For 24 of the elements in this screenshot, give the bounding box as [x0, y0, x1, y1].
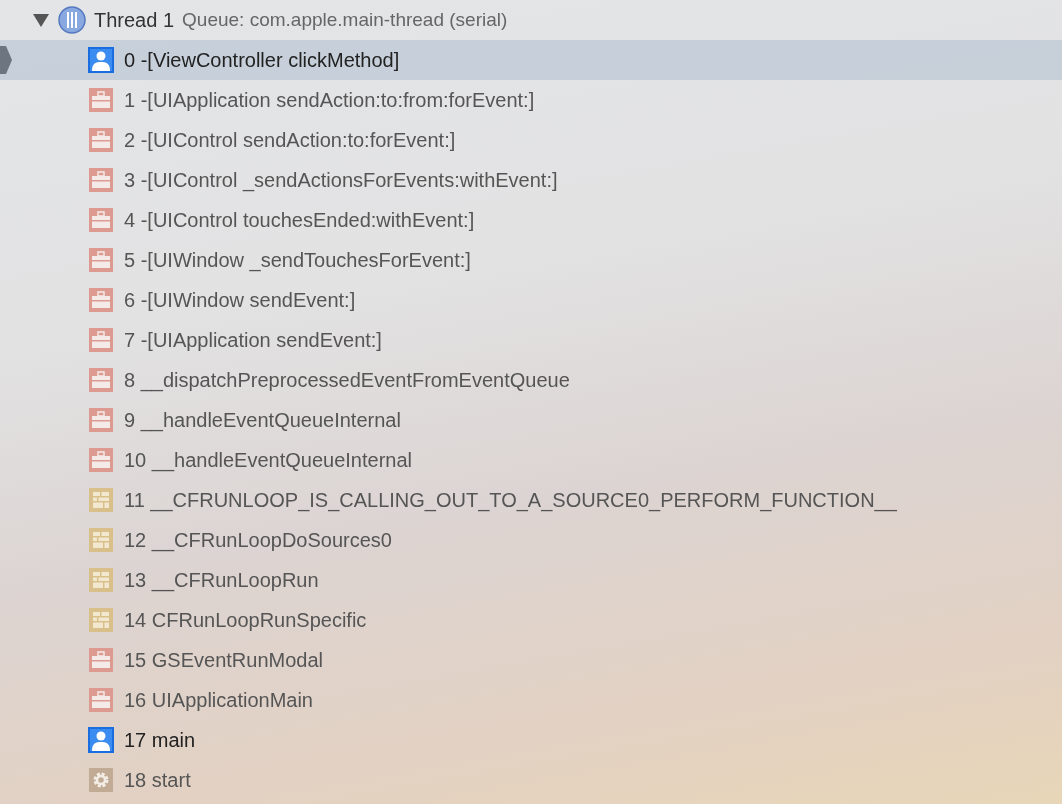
- stack-frame-row[interactable]: 12 __CFRunLoopDoSources0: [0, 520, 1062, 560]
- thread-name: Thread 1: [94, 8, 175, 33]
- stack-frame-row[interactable]: 11 __CFRUNLOOP_IS_CALLING_OUT_TO_A_SOURCE0_PERFORM_FUNCTION__: [0, 480, 1062, 520]
- stack-frame-row[interactable]: 10 __handleEventQueueInternal: [0, 440, 1062, 480]
- thread-queue: Queue: com.apple.main-thread (serial): [182, 7, 508, 32]
- stack-frame-row[interactable]: 15 GSEventRunModal: [0, 640, 1062, 680]
- stack-frame-row[interactable]: 2 -[UIControl sendAction:to:forEvent:]: [0, 120, 1062, 160]
- stack-frame-row[interactable]: 17 main: [0, 720, 1062, 760]
- stack-frame-row[interactable]: 7 -[UIApplication sendEvent:]: [0, 320, 1062, 360]
- stack-frame-row[interactable]: 5 -[UIWindow _sendTouchesForEvent:]: [0, 240, 1062, 280]
- stack-frame-row[interactable]: 14 CFRunLoopRunSpecific: [0, 600, 1062, 640]
- stack-frame-row[interactable]: 16 UIApplicationMain: [0, 680, 1062, 720]
- stack-frame-row[interactable]: 9 __handleEventQueueInternal: [0, 400, 1062, 440]
- disclosure-triangle[interactable]: [32, 11, 50, 29]
- stack-frame-row[interactable]: 3 -[UIControl _sendActionsForEvents:withEvent:]: [0, 160, 1062, 200]
- stack-frame-row[interactable]: 13 __CFRunLoopRun: [0, 560, 1062, 600]
- stack-frame-row[interactable]: 0 -[ViewController clickMethod]: [0, 40, 1062, 80]
- stack-frame-row[interactable]: 1 -[UIApplication sendAction:to:from:forEvent:]: [0, 80, 1062, 120]
- stack-frame-row[interactable]: 4 -[UIControl touchesEnded:withEvent:]: [0, 200, 1062, 240]
- stack-frame-row[interactable]: 8 __dispatchPreprocessedEventFromEventQueue: [0, 360, 1062, 400]
- stack-frame-row[interactable]: 18 start: [0, 760, 1062, 800]
- stack-frame-row[interactable]: 6 -[UIWindow sendEvent:]: [0, 280, 1062, 320]
- thread-icon: [58, 6, 86, 34]
- program-counter-icon: [0, 46, 12, 74]
